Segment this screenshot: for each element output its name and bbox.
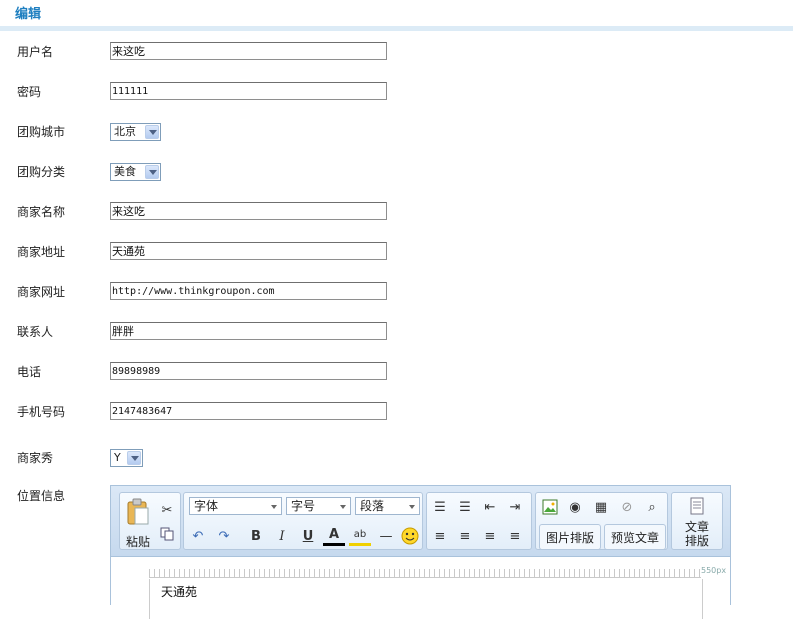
chevron-down-icon xyxy=(145,125,159,139)
paragraph-dropdown[interactable]: 段落 xyxy=(355,497,420,515)
shop-name-input[interactable] xyxy=(110,202,387,220)
cut-icon[interactable]: ✂ xyxy=(156,499,178,521)
preview-article-button[interactable]: 预览文章 xyxy=(604,524,666,550)
indent-icon[interactable]: ⇥ xyxy=(504,496,526,518)
shop-url-label: 商家网址 xyxy=(17,285,66,299)
font-size-dropdown[interactable]: 字号 xyxy=(286,497,351,515)
password-input[interactable] xyxy=(110,82,387,100)
image-icon[interactable] xyxy=(539,496,561,518)
category-select[interactable]: 美食 xyxy=(110,163,161,181)
ruler xyxy=(149,569,701,578)
undo-icon[interactable]: ↶ xyxy=(187,525,209,547)
document-icon xyxy=(686,495,708,517)
password-label: 密码 xyxy=(17,85,42,99)
unordered-list-icon[interactable]: ☰ xyxy=(454,496,476,518)
underline-icon[interactable]: U xyxy=(297,525,319,547)
mobile-label: 手机号码 xyxy=(17,405,66,419)
align-justify-icon[interactable]: ≡ xyxy=(504,525,526,547)
phone-input[interactable] xyxy=(110,362,387,380)
attachment-icon[interactable]: ⊘ xyxy=(616,496,638,518)
media-icon[interactable]: ◉ xyxy=(564,496,586,518)
table-icon[interactable]: ▦ xyxy=(590,496,612,518)
paste-icon[interactable] xyxy=(123,497,153,527)
shop-address-input[interactable] xyxy=(110,242,387,260)
shop-url-input[interactable] xyxy=(110,282,387,300)
rich-text-editor: 粘贴 ✂ 字体 字号 段落 ↶ ↷ B I U A ab — ☰ ☰ ⇤ ⇥ ≡… xyxy=(110,485,731,619)
city-select-value: 北京 xyxy=(114,125,136,138)
editor-text: 天通苑 xyxy=(161,585,198,599)
article-layout-label: 文章排版 xyxy=(684,520,709,548)
city-label: 团购城市 xyxy=(17,125,66,139)
chevron-down-icon xyxy=(145,165,159,179)
shop-name-label: 商家名称 xyxy=(17,205,66,219)
category-select-value: 美食 xyxy=(114,165,136,178)
username-label: 用户名 xyxy=(17,45,54,59)
article-layout-group: 文章排版 xyxy=(671,492,723,550)
editor-toolbar: 粘贴 ✂ 字体 字号 段落 ↶ ↷ B I U A ab — ☰ ☰ ⇤ ⇥ ≡… xyxy=(111,486,730,557)
contact-label: 联系人 xyxy=(17,325,54,339)
clipboard-group: 粘贴 ✂ xyxy=(119,492,181,550)
italic-icon[interactable]: I xyxy=(271,525,293,547)
align-center-icon[interactable]: ≡ xyxy=(454,525,476,547)
shop-show-label: 商家秀 xyxy=(17,451,54,465)
bold-icon[interactable]: B xyxy=(245,525,267,547)
editor-page xyxy=(149,579,703,619)
page-title: 编辑 xyxy=(15,7,42,22)
font-group: 字体 字号 段落 ↶ ↷ B I U A ab — xyxy=(183,492,423,550)
outdent-icon[interactable]: ⇤ xyxy=(479,496,501,518)
shop-address-label: 商家地址 xyxy=(17,245,66,259)
highlight-icon[interactable]: ab xyxy=(349,525,371,546)
emoticon-icon[interactable] xyxy=(399,525,421,547)
horizontal-rule-icon[interactable]: — xyxy=(375,525,397,547)
city-select[interactable]: 北京 xyxy=(110,123,161,141)
image-layout-button[interactable]: 图片排版 xyxy=(539,524,601,550)
search-icon[interactable]: ⌕ xyxy=(641,496,663,518)
paragraph-group: ☰ ☰ ⇤ ⇥ ≡ ≡ ≡ ≡ xyxy=(426,492,532,550)
font-family-dropdown[interactable]: 字体 xyxy=(189,497,282,515)
font-color-icon[interactable]: A xyxy=(323,525,345,546)
location-label: 位置信息 xyxy=(17,489,66,503)
align-left-icon[interactable]: ≡ xyxy=(429,525,451,547)
copy-icon[interactable] xyxy=(156,523,178,545)
contact-input[interactable] xyxy=(110,322,387,340)
title-divider xyxy=(0,26,793,31)
editor-content-area[interactable]: 550px 天通苑 xyxy=(111,557,730,619)
username-input[interactable] xyxy=(110,42,387,60)
ruler-width-label: 550px xyxy=(701,566,727,575)
shop-show-select-value: Y xyxy=(114,451,121,464)
phone-label: 电话 xyxy=(17,365,42,379)
insert-group: ◉ ▦ ⊘ ⌕ 图片排版 预览文章 xyxy=(535,492,668,550)
chevron-down-icon xyxy=(127,451,141,465)
paste-button[interactable]: 粘贴 xyxy=(123,533,153,549)
shop-show-select[interactable]: Y xyxy=(110,449,143,467)
mobile-input[interactable] xyxy=(110,402,387,420)
redo-icon[interactable]: ↷ xyxy=(213,525,235,547)
article-layout-button[interactable]: 文章排版 xyxy=(674,519,720,549)
ordered-list-icon[interactable]: ☰ xyxy=(429,496,451,518)
align-right-icon[interactable]: ≡ xyxy=(479,525,501,547)
category-label: 团购分类 xyxy=(17,165,66,179)
